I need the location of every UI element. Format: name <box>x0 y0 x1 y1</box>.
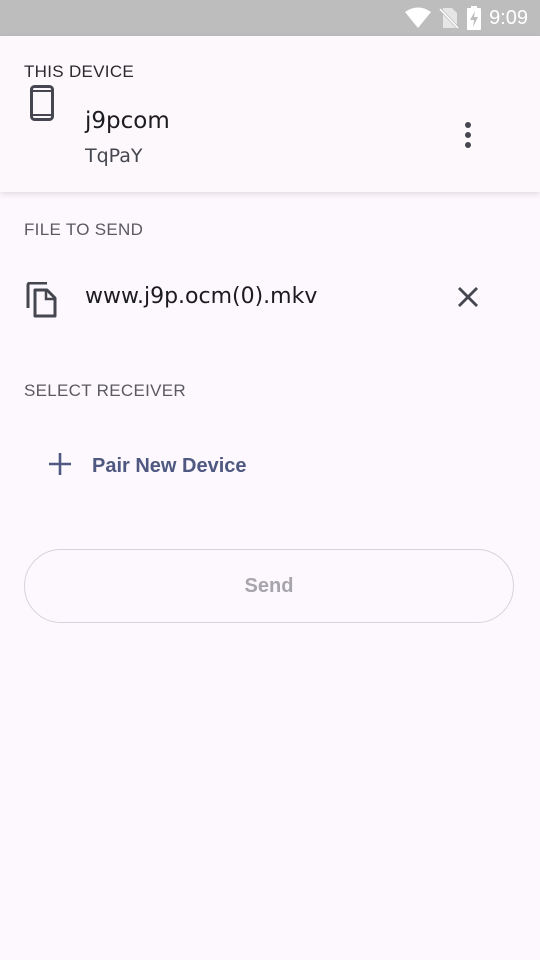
wifi-icon <box>405 7 432 29</box>
more-options-button[interactable] <box>448 117 488 157</box>
add-icon <box>48 452 72 481</box>
more-vert-icon <box>464 121 472 154</box>
this-device-card <box>0 36 540 192</box>
no-sim-icon <box>439 7 460 29</box>
close-icon <box>457 286 479 313</box>
device-name: j9pcom <box>85 108 170 134</box>
clear-file-button[interactable] <box>448 279 488 319</box>
file-to-send-header: FILE TO SEND <box>24 220 144 239</box>
this-device-header: THIS DEVICE <box>24 62 135 81</box>
select-receiver-header: SELECT RECEIVER <box>24 381 186 400</box>
file-copy-icon <box>26 281 58 323</box>
status-bar: 9:09 <box>0 0 540 36</box>
pair-new-device-label: Pair New Device <box>92 454 247 477</box>
device-id: TqPaY <box>85 145 143 167</box>
send-button[interactable]: Send <box>24 549 514 623</box>
battery-charging-icon <box>467 6 482 30</box>
pair-new-device-button[interactable]: Pair New Device <box>36 440 259 492</box>
file-name: www.j9p.ocm(0).mkv <box>85 284 318 309</box>
status-time: 9:09 <box>489 6 528 29</box>
smartphone-icon <box>30 85 54 126</box>
